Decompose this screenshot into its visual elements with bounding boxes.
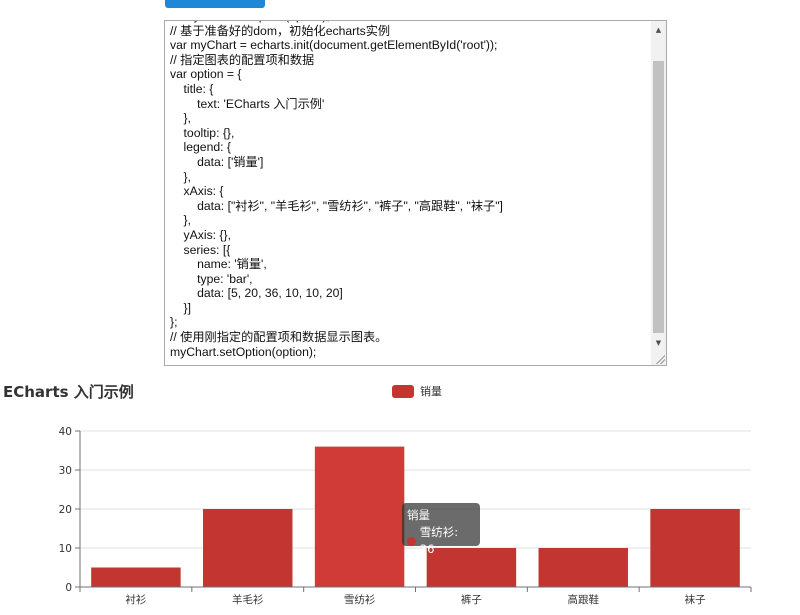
bar[interactable]	[203, 509, 293, 587]
x-tick-label: 高跟鞋	[568, 593, 600, 606]
y-tick-label: 20	[59, 504, 72, 516]
tooltip-title: 销量	[407, 508, 430, 522]
bar-chart: 0 10 20 30 40 衬衫 羊毛衫 雪纺衫 裤子 高跟鞋 袜子	[59, 426, 752, 606]
x-tick-label: 裤子	[461, 593, 482, 606]
y-tick-label: 40	[59, 426, 72, 438]
y-tick-label: 0	[65, 582, 72, 594]
y-tick-label: 30	[59, 465, 72, 477]
x-tick-label: 羊毛衫	[232, 593, 264, 606]
bar[interactable]	[650, 509, 740, 587]
tooltip-value: 雪纺衫: 36	[419, 525, 459, 556]
bar[interactable]	[314, 446, 405, 587]
x-tick-label: 袜子	[685, 593, 706, 606]
bar[interactable]	[91, 567, 181, 588]
x-tick-label: 衬衫	[125, 593, 146, 606]
chart-tooltip: 销量 雪纺衫: 36	[402, 503, 480, 556]
y-tick-label: 10	[59, 543, 72, 555]
tooltip-row: 雪纺衫: 36	[407, 524, 475, 558]
tooltip-series-dot	[407, 536, 416, 546]
bar[interactable]	[538, 548, 628, 587]
x-tick-label: 雪纺衫	[344, 593, 376, 606]
